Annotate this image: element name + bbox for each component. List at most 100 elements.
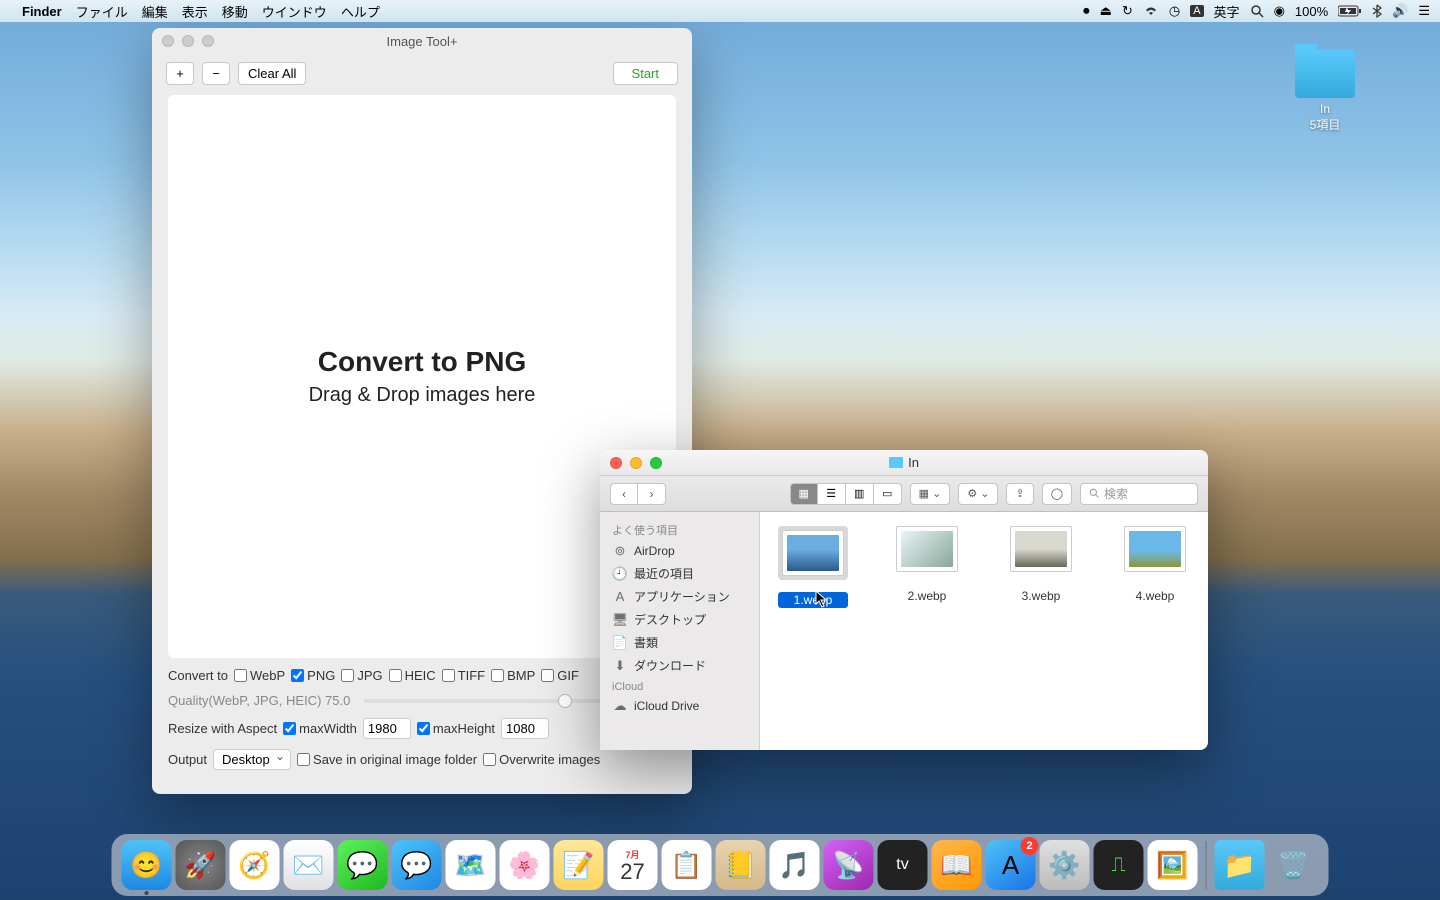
dock-activity[interactable]: ⎍ — [1094, 840, 1144, 890]
dock-mail[interactable]: ✉️ — [284, 840, 334, 890]
dock-books[interactable]: 📖 — [932, 840, 982, 890]
format-jpg[interactable]: JPG — [341, 668, 382, 683]
file-item[interactable]: 2.webp — [892, 526, 962, 604]
dock-finder[interactable]: 😊 — [122, 840, 172, 890]
bluetooth-icon[interactable] — [1372, 4, 1382, 18]
menu-edit[interactable]: 編集 — [142, 2, 168, 21]
sidebar-item-downloads[interactable]: ⬇ダウンロード — [600, 654, 759, 677]
save-original-checkbox[interactable]: Save in original image folder — [297, 752, 477, 767]
dock-settings[interactable]: ⚙️ — [1040, 840, 1090, 890]
dock-notes[interactable]: 📝 — [554, 840, 604, 890]
format-png[interactable]: PNG — [291, 668, 335, 683]
cursor-icon — [815, 590, 829, 608]
output-select[interactable]: Desktop — [213, 749, 291, 770]
dock-appstore[interactable]: A2 — [986, 840, 1036, 890]
sidebar-item-icloud-drive[interactable]: ☁iCloud Drive — [600, 695, 759, 717]
dropzone-sub: Drag & Drop images here — [309, 384, 536, 407]
maxwidth-checkbox[interactable]: maxWidth — [283, 721, 357, 736]
overwrite-checkbox[interactable]: Overwrite images — [483, 752, 600, 767]
spotlight-icon[interactable] — [1250, 4, 1264, 18]
dock-music[interactable]: 🎵 — [770, 840, 820, 890]
eject-icon[interactable]: ⏏ — [1100, 3, 1112, 19]
input-label[interactable]: 英字 — [1214, 2, 1240, 21]
icloud-icon: ☁ — [612, 698, 628, 714]
finder-content[interactable]: 1.webp 2.webp 3.webp 4.webp — [760, 512, 1208, 750]
menu-go[interactable]: 移動 — [222, 2, 248, 21]
battery-icon[interactable] — [1338, 5, 1362, 17]
close-button[interactable] — [162, 35, 174, 47]
maxwidth-input[interactable] — [363, 718, 411, 739]
sidebar-item-airdrop[interactable]: ⊚AirDrop — [600, 540, 759, 562]
dock-reminders[interactable]: 📋 — [662, 840, 712, 890]
maxheight-input[interactable] — [501, 718, 549, 739]
start-button[interactable]: Start — [613, 62, 678, 85]
format-bmp[interactable]: BMP — [491, 668, 535, 683]
menu-file[interactable]: ファイル — [76, 2, 128, 21]
dock-podcasts[interactable]: 📡 — [824, 840, 874, 890]
sidebar-item-desktop[interactable]: 🖥デスクトップ — [600, 608, 759, 631]
timemachine-icon[interactable]: ↻ — [1122, 3, 1133, 19]
add-button[interactable]: + — [166, 62, 194, 85]
share-button[interactable]: ⇪ — [1006, 483, 1033, 505]
dock-launchpad[interactable]: 🚀 — [176, 840, 226, 890]
back-button[interactable]: ‹ — [610, 483, 638, 505]
dock-contacts[interactable]: 📒 — [716, 840, 766, 890]
action-button[interactable]: ⚙ ⌄ — [958, 483, 998, 505]
dock-messages[interactable]: 💬 — [338, 840, 388, 890]
sidebar-item-documents[interactable]: 📄書類 — [600, 631, 759, 654]
clear-all-button[interactable]: Clear All — [238, 62, 306, 85]
view-list-button[interactable]: ☰ — [818, 483, 846, 505]
window-title: Image Tool+ — [387, 34, 458, 49]
maxheight-checkbox[interactable]: maxHeight — [417, 721, 495, 736]
clock-icon[interactable]: ◷ — [1169, 3, 1180, 19]
sidebar-item-applications[interactable]: Aアプリケーション — [600, 585, 759, 608]
dock-trash[interactable]: 🗑️ — [1269, 840, 1319, 890]
dock-facetime[interactable]: 💬 — [392, 840, 442, 890]
battery-percent[interactable]: 100% — [1295, 4, 1328, 19]
menu-view[interactable]: 表示 — [182, 2, 208, 21]
file-item[interactable]: 1.webp — [778, 526, 848, 608]
volume-icon[interactable]: 🔊 — [1392, 3, 1408, 19]
group-button[interactable]: ▦ ⌄ — [910, 483, 951, 505]
quality-slider[interactable] — [364, 699, 629, 703]
format-webp[interactable]: WebP — [234, 668, 285, 683]
close-button[interactable] — [610, 457, 622, 469]
search-icon — [1089, 488, 1100, 499]
notification-center-icon[interactable]: ☰ — [1418, 3, 1430, 19]
downloads-icon: ⬇ — [612, 658, 628, 674]
dock-calendar[interactable]: 7月27 — [608, 840, 658, 890]
zoom-button[interactable] — [202, 35, 214, 47]
file-item[interactable]: 3.webp — [1006, 526, 1076, 604]
zoom-button[interactable] — [650, 457, 662, 469]
view-column-button[interactable]: ▥ — [846, 483, 874, 505]
finder-titlebar[interactable]: In — [600, 450, 1208, 476]
format-tiff[interactable]: TIFF — [442, 668, 485, 683]
desktop-folder-in[interactable]: In 5項目 — [1295, 50, 1355, 133]
minimize-button[interactable] — [630, 457, 642, 469]
dock-tv[interactable]: tv — [878, 840, 928, 890]
input-mode-icon[interactable]: A — [1190, 5, 1203, 17]
image-tool-titlebar[interactable]: Image Tool+ — [152, 28, 692, 54]
sidebar-item-recents[interactable]: 🕘最近の項目 — [600, 562, 759, 585]
remove-button[interactable]: − — [202, 62, 230, 85]
dock-preview[interactable]: 🖼️ — [1148, 840, 1198, 890]
file-item[interactable]: 4.webp — [1120, 526, 1190, 604]
dock-maps[interactable]: 🗺️ — [446, 840, 496, 890]
forward-button[interactable]: › — [638, 483, 666, 505]
view-gallery-button[interactable]: ▭ — [874, 483, 902, 505]
menu-help[interactable]: ヘルプ — [341, 2, 380, 21]
screen-record-icon[interactable]: ⏺ — [1083, 3, 1090, 19]
dock-photos[interactable]: 🌸 — [500, 840, 550, 890]
view-icon-button[interactable]: ▦ — [790, 483, 818, 505]
menubar-app-name[interactable]: Finder — [22, 4, 62, 19]
siri-icon[interactable]: ◉ — [1274, 3, 1285, 19]
wifi-icon[interactable] — [1143, 5, 1159, 17]
dock-safari[interactable]: 🧭 — [230, 840, 280, 890]
dock-downloads[interactable]: 📁 — [1215, 840, 1265, 890]
finder-search[interactable]: 検索 — [1080, 483, 1198, 505]
menu-window[interactable]: ウインドウ — [262, 2, 327, 21]
format-heic[interactable]: HEIC — [389, 668, 436, 683]
format-gif[interactable]: GIF — [541, 668, 579, 683]
minimize-button[interactable] — [182, 35, 194, 47]
tags-button[interactable]: ◯ — [1042, 483, 1072, 505]
